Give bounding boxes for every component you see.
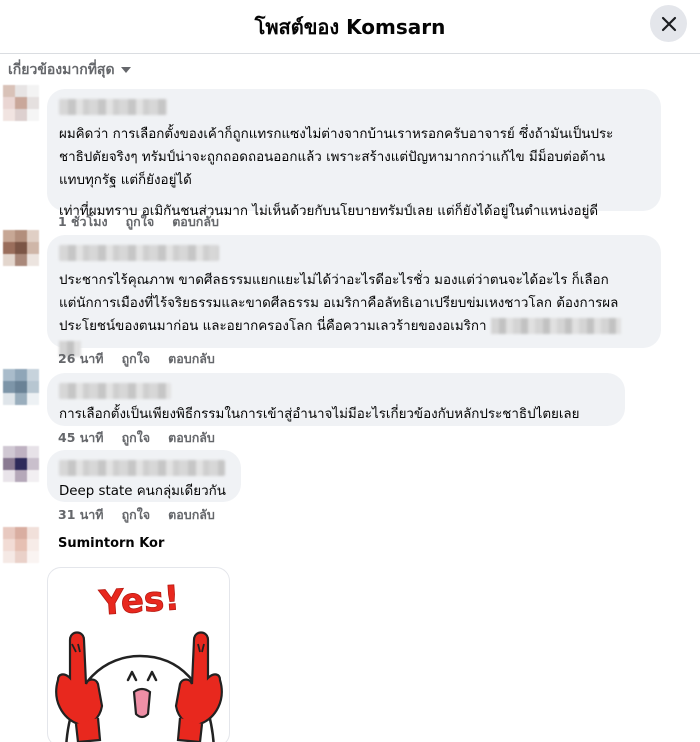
comment-text: ผมคิดว่า การเลือกตั้งของเค้าก็ถูกแทรกแซง… [59,127,614,188]
author-name-redacted[interactable] [59,460,225,476]
author-name-redacted[interactable] [59,245,219,261]
sticker-image[interactable]: Yes! [47,567,230,742]
sticker-text: Yes! [97,578,181,624]
comment-actions: 31 นาที ถูกใจ ตอบกลับ [58,505,215,525]
avatar[interactable] [3,230,39,266]
close-icon [661,16,676,31]
avatar[interactable] [3,527,39,563]
avatar[interactable] [3,85,39,121]
dialog-title: โพสต์ของ Komsarn [254,15,446,39]
comment-actions: 45 นาที ถูกใจ ตอบกลับ [58,428,215,448]
comment-bubble: Deep state คนกลุ่มเดียวกัน [47,450,241,502]
comment-author[interactable]: Sumintorn Kor [58,536,164,551]
reply-link[interactable]: ตอบกลับ [168,428,215,448]
sort-label: เกี่ยวข้องมากที่สุด [8,62,115,78]
comment-bubble: การเลือกตั้งเป็นเพียงพิธีกรรมในการเข้าสู… [47,373,625,426]
comment-actions: 1 ชั่วโมง ถูกใจ ตอบกลับ [58,212,219,232]
redacted-text [490,318,621,334]
like-link[interactable]: ถูกใจ [122,428,151,448]
dialog-header: โพสต์ของ Komsarn [0,0,700,54]
comment-text: ประชากรไร้คุณภาพ ขาดศีลธรรมแยกแยะไม่ได้ว… [59,269,649,361]
avatar[interactable] [3,446,39,482]
comment-timestamp[interactable]: 1 ชั่วโมง [58,212,108,232]
like-link[interactable]: ถูกใจ [126,212,155,232]
reply-link[interactable]: ตอบกลับ [168,349,215,369]
comment-timestamp[interactable]: 31 นาที [58,505,104,525]
comment-text: Deep state คนกลุ่มเดียวกัน [59,484,226,499]
yes-sticker-illustration: Yes! [55,578,223,742]
avatar[interactable] [3,369,39,405]
reply-link[interactable]: ตอบกลับ [168,505,215,525]
caret-down-icon [120,67,131,73]
comment-timestamp[interactable]: 45 นาที [58,428,104,448]
comment-timestamp[interactable]: 26 นาที [58,349,104,369]
like-link[interactable]: ถูกใจ [122,349,151,369]
like-link[interactable]: ถูกใจ [122,505,151,525]
comment-text: การเลือกตั้งเป็นเพียงพิธีกรรมในการเข้าสู… [59,407,580,422]
comment-bubble: ประชากรไร้คุณภาพ ขาดศีลธรรมแยกแยะไม่ได้ว… [47,235,661,357]
reply-link[interactable]: ตอบกลับ [172,212,219,232]
sort-dropdown[interactable]: เกี่ยวข้องมากที่สุด [8,59,131,81]
author-name-redacted[interactable] [59,383,171,399]
comment-bubble: ผมคิดว่า การเลือกตั้งของเค้าก็ถูกแทรกแซง… [47,89,661,219]
comment-actions: 26 นาที ถูกใจ ตอบกลับ [58,349,215,369]
close-button[interactable] [650,5,687,42]
author-name-redacted[interactable] [59,99,167,115]
